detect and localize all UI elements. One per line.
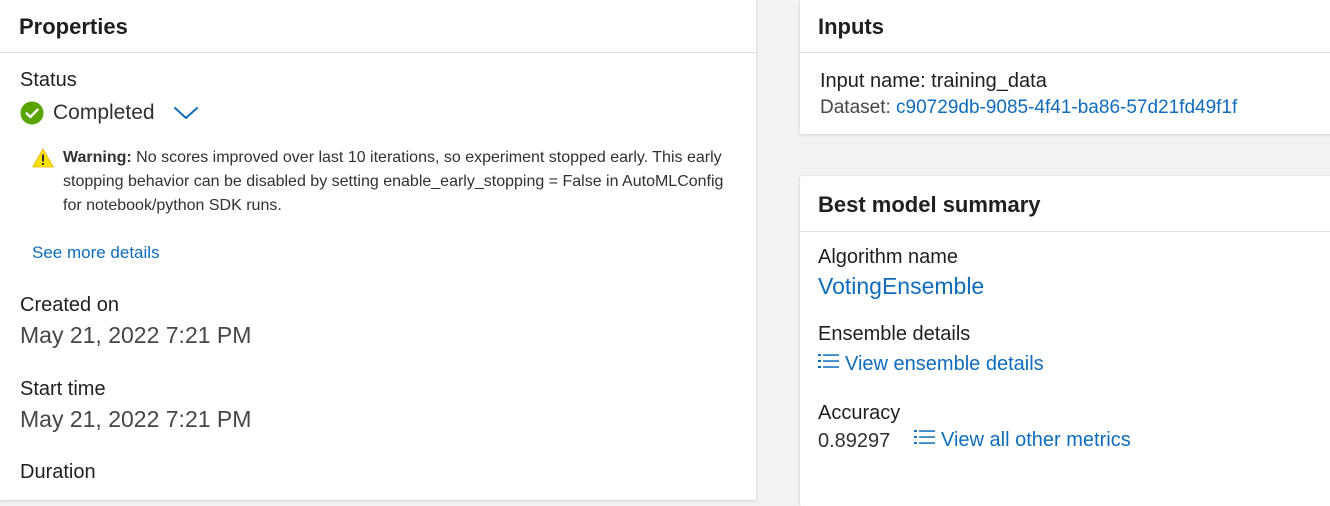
- view-ensemble-details-label: View ensemble details: [845, 353, 1044, 375]
- status-label: Status: [20, 69, 77, 91]
- accuracy-label: Accuracy: [818, 402, 901, 424]
- view-all-metrics-link[interactable]: View all other metrics: [914, 429, 1131, 452]
- start-time-label: Start time: [20, 378, 106, 400]
- accuracy-value: 0.89297: [818, 430, 891, 452]
- checkmark-circle-icon: [20, 101, 44, 125]
- bulleted-list-icon: [818, 352, 839, 375]
- warning-text: No scores improved over last 10 iteratio…: [63, 149, 724, 214]
- created-on-value: May 21, 2022 7:21 PM: [20, 322, 252, 348]
- start-time-value: May 21, 2022 7:21 PM: [20, 406, 252, 432]
- chevron-down-icon[interactable]: [173, 105, 199, 121]
- properties-card: Properties Status Completed Warning: No …: [0, 0, 756, 500]
- warning-triangle-icon: [32, 148, 54, 176]
- created-on-label: Created on: [20, 294, 119, 316]
- dataset-link[interactable]: c90729db-9085-4f41-ba86-57d21fd49f1f: [896, 97, 1237, 118]
- dataset-row: Dataset: c90729db-9085-4f41-ba86-57d21fd…: [820, 97, 1237, 119]
- ensemble-details-label: Ensemble details: [818, 323, 971, 345]
- bulleted-list-icon: [914, 428, 935, 451]
- warning-message: Warning: No scores improved over last 10…: [32, 146, 732, 218]
- status-value: Completed: [53, 101, 155, 124]
- algorithm-name-link[interactable]: VotingEnsemble: [818, 273, 984, 300]
- inputs-card: Inputs Input name: training_data Dataset…: [800, 0, 1330, 134]
- input-name: Input name: training_data: [820, 70, 1047, 92]
- view-ensemble-details-link[interactable]: View ensemble details: [818, 353, 1044, 376]
- best-model-title: Best model summary: [800, 176, 1330, 232]
- view-all-metrics-label: View all other metrics: [941, 429, 1131, 451]
- see-more-details-link[interactable]: See more details: [32, 243, 160, 263]
- algorithm-name-label: Algorithm name: [818, 246, 959, 268]
- status-row: Completed: [20, 99, 199, 127]
- best-model-summary-card: Best model summary Algorithm name Voting…: [800, 176, 1330, 506]
- inputs-title: Inputs: [800, 0, 1330, 53]
- properties-title: Properties: [0, 0, 756, 53]
- warning-prefix: Warning:: [63, 149, 132, 166]
- dataset-label: Dataset:: [820, 97, 897, 118]
